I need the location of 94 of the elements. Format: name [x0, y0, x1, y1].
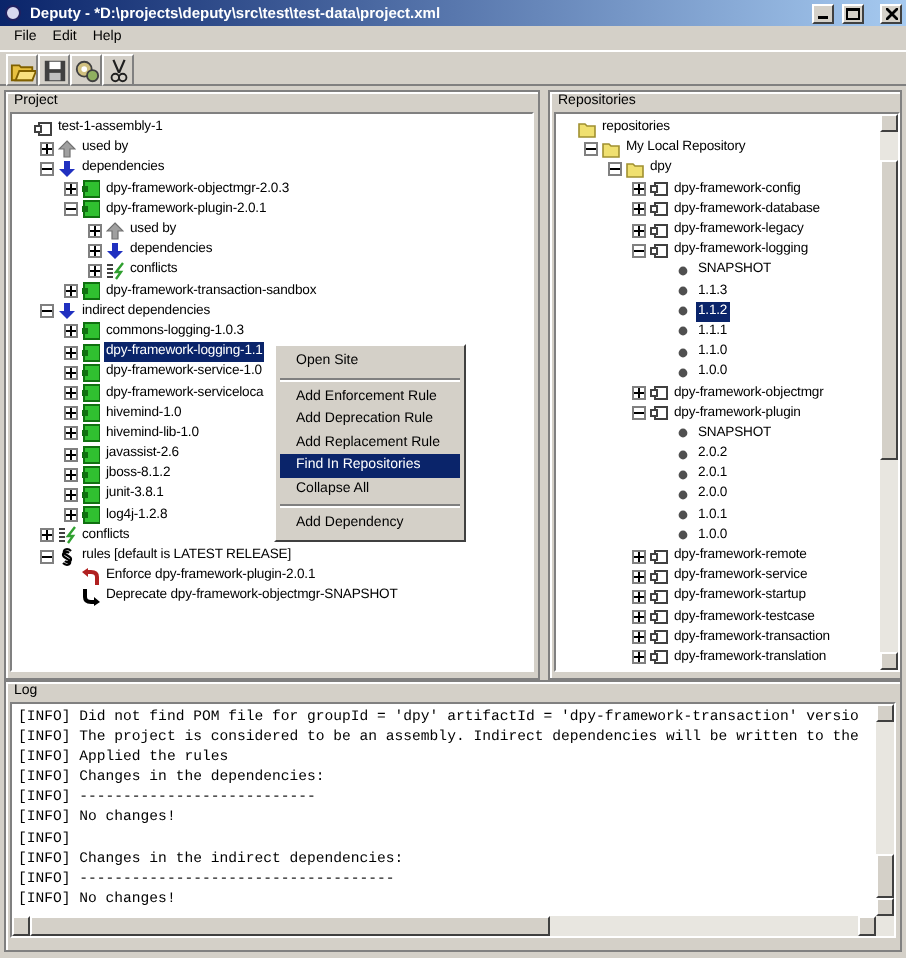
module-icon: [82, 404, 100, 423]
expand-toggle[interactable]: [88, 223, 102, 238]
section-sign-icon: [58, 547, 76, 566]
artifact-icon: [650, 241, 668, 260]
artifact-icon: [650, 567, 668, 586]
artifact-icon: [650, 180, 668, 199]
artifact-icon: [650, 587, 668, 606]
bullet-icon: [674, 302, 692, 321]
close-icon: [885, 7, 897, 19]
toolbar-button[interactable]: [102, 54, 134, 86]
expand-toggle[interactable]: [64, 324, 78, 339]
module-icon: [82, 363, 100, 382]
bullet-icon: [674, 465, 692, 484]
up-arrow-icon: [58, 139, 76, 158]
maximize-button[interactable]: [842, 3, 864, 23]
expand-toggle[interactable]: [64, 284, 78, 299]
module-icon: [82, 465, 100, 484]
scissors-icon: [105, 57, 131, 83]
module-icon: [82, 282, 100, 301]
expand-toggle[interactable]: [64, 182, 78, 197]
expand-toggle[interactable]: [632, 202, 646, 217]
bullet-icon: [674, 424, 692, 443]
module-icon: [82, 506, 100, 525]
collapse-toggle[interactable]: [608, 161, 622, 176]
bullet-icon: [674, 322, 692, 341]
app-icon: [4, 4, 22, 22]
module-icon: [82, 384, 100, 403]
module-icon: [82, 424, 100, 443]
bullet-icon: [674, 485, 692, 504]
bullet-icon: [674, 343, 692, 362]
expand-toggle[interactable]: [64, 467, 78, 482]
collapse-toggle[interactable]: [40, 161, 54, 176]
expand-toggle[interactable]: [64, 426, 78, 441]
expand-toggle[interactable]: [88, 243, 102, 258]
down-arrow-icon: [58, 302, 76, 321]
expand-toggle[interactable]: [632, 589, 646, 604]
artifact-icon: [650, 547, 668, 566]
module-icon: [82, 180, 100, 199]
artifact-icon: [650, 648, 668, 667]
module-icon: [82, 445, 100, 464]
collapse-toggle[interactable]: [40, 549, 54, 564]
artifact-icon: [650, 221, 668, 240]
expand-toggle[interactable]: [632, 223, 646, 238]
expand-toggle[interactable]: [64, 487, 78, 502]
close-button[interactable]: [880, 3, 902, 23]
expand-toggle[interactable]: [64, 406, 78, 421]
artifact-icon: [650, 628, 668, 647]
expand-toggle[interactable]: [632, 569, 646, 584]
expand-toggle[interactable]: [40, 528, 54, 543]
bullet-icon: [674, 363, 692, 382]
expand-toggle[interactable]: [88, 263, 102, 278]
expand-toggle[interactable]: [632, 182, 646, 197]
bullet-icon: [674, 506, 692, 525]
down-arrow-icon: [106, 241, 124, 260]
expand-toggle[interactable]: [632, 650, 646, 665]
expand-toggle[interactable]: [632, 386, 646, 401]
artifact-icon: [34, 119, 52, 138]
down-arrow-icon: [58, 159, 76, 178]
scrollbar[interactable]: [880, 114, 898, 670]
bullet-icon: [674, 261, 692, 280]
artifact-icon: [650, 384, 668, 403]
module-icon: [82, 343, 100, 362]
bullet-icon: [674, 282, 692, 301]
collapse-toggle[interactable]: [584, 141, 598, 156]
scrollbar[interactable]: [12, 916, 894, 936]
expand-toggle[interactable]: [64, 447, 78, 462]
expand-toggle[interactable]: [632, 610, 646, 625]
collapse-toggle[interactable]: [64, 202, 78, 217]
collapse-toggle[interactable]: [40, 304, 54, 319]
module-icon: [82, 200, 100, 219]
maximize-icon: [846, 7, 860, 19]
bullet-icon: [674, 526, 692, 545]
expand-toggle[interactable]: [64, 345, 78, 360]
up-arrow-icon: [106, 221, 124, 240]
artifact-icon: [650, 200, 668, 219]
collapse-toggle[interactable]: [632, 243, 646, 258]
toolbar-button[interactable]: [70, 54, 102, 86]
expand-toggle[interactable]: [632, 549, 646, 564]
expand-toggle[interactable]: [64, 508, 78, 523]
collapse-toggle[interactable]: [632, 406, 646, 421]
module-icon: [82, 485, 100, 504]
expand-toggle[interactable]: [64, 365, 78, 380]
expand-toggle[interactable]: [632, 630, 646, 645]
module-icon: [82, 322, 100, 341]
conflicts-icon: [106, 261, 124, 280]
artifact-icon: [650, 608, 668, 627]
toolbar-button[interactable]: [38, 54, 70, 86]
artifact-icon: [650, 404, 668, 423]
minimize-button[interactable]: [812, 3, 834, 23]
bullet-icon: [674, 445, 692, 464]
expand-toggle[interactable]: [40, 141, 54, 156]
expand-toggle[interactable]: [64, 386, 78, 401]
scrollbar[interactable]: [876, 704, 894, 916]
conflicts-icon: [58, 526, 76, 545]
